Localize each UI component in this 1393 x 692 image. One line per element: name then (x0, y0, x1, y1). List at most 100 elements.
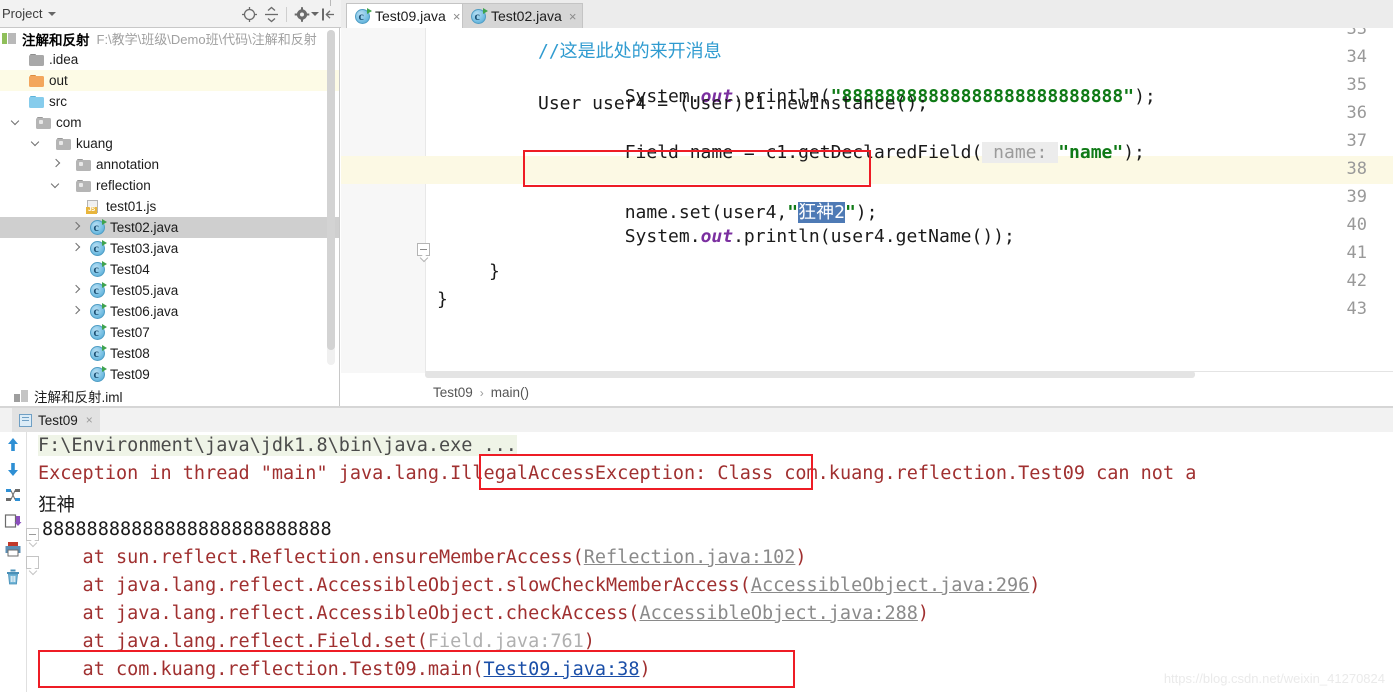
tree-row-out[interactable]: out (0, 70, 339, 91)
exception-prefix: Exception in thread "main" java.lang. (38, 463, 451, 484)
chevron-down-icon[interactable] (48, 12, 56, 16)
package-icon (76, 179, 91, 192)
folder-icon (29, 95, 44, 108)
console-stacktrace-line-5: at com.kuang.reflection.Test09.main(Test… (38, 659, 651, 680)
tree-row-idea[interactable]: .idea (0, 49, 339, 70)
tree-row-src[interactable]: src (0, 91, 339, 112)
tree-row-test02[interactable]: Test02.java (0, 217, 339, 238)
tree-row-test04[interactable]: Test04 (0, 259, 339, 280)
stacktrace-link-test09[interactable]: Test09.java:38 (484, 659, 640, 680)
tree-item-label: Test05.java (110, 283, 179, 298)
java-class-icon (90, 345, 107, 361)
tree-row-test03[interactable]: Test03.java (0, 238, 339, 259)
chevron-down-icon[interactable] (51, 180, 62, 191)
tree-row-root[interactable]: 注解和反射 F:\教学\班级\Demo班\代码\注解和反射 (0, 28, 339, 49)
breadcrumb: Test09 › main() (341, 380, 1393, 405)
locate-target-icon[interactable] (241, 6, 258, 23)
stacktrace-link[interactable]: AccessibleObject.java:288 (639, 603, 917, 624)
clear-all-trash-icon[interactable] (4, 568, 22, 586)
project-panel-title[interactable]: Project (2, 6, 42, 21)
console-toolbar (0, 432, 26, 692)
run-tabstrip: Test09 × (0, 408, 1393, 432)
tree-row-com[interactable]: com (0, 112, 339, 133)
code-line-35: User user4 = (User)c1.newInstance(); (341, 72, 1393, 114)
tree-row-kuang[interactable]: kuang (0, 133, 339, 154)
chevron-down-icon[interactable] (11, 117, 22, 128)
module-root-icon (2, 32, 17, 45)
chevron-right-icon[interactable] (71, 222, 82, 233)
run-tab-test09[interactable]: Test09 × (12, 408, 100, 432)
breadcrumb-method[interactable]: main() (491, 385, 529, 400)
java-class-icon (90, 303, 107, 319)
watermark-text: https://blog.csdn.net/weixin_41270824 (1163, 671, 1385, 686)
tree-row-test08[interactable]: Test08 (0, 343, 339, 364)
tree-row-test05[interactable]: Test05.java (0, 280, 339, 301)
breadcrumb-class[interactable]: Test09 (433, 385, 473, 400)
code-line-42: } (341, 268, 1393, 310)
project-root-name: 注解和反射 (22, 32, 90, 48)
tree-row-test06[interactable]: Test06.java (0, 301, 339, 322)
stacktrace-link[interactable]: Reflection.java:102 (584, 547, 796, 568)
stacktrace-text: at java.lang.reflect.Field.set( (38, 631, 428, 652)
settings-gear-icon[interactable] (294, 6, 311, 23)
code-editor[interactable]: 33 34 35 36 37 38 39 40 41 42 43 //这是此处的… (341, 28, 1393, 373)
console-stacktrace-line-4: at java.lang.reflect.Field.set(Field.jav… (38, 631, 595, 652)
console-exception-line: Exception in thread "main" java.lang.Ill… (38, 463, 1196, 484)
scrollbar-thumb[interactable] (327, 30, 335, 350)
console-stdout-eights: 88888888888888888888888888 (42, 519, 332, 540)
chevron-right-icon[interactable] (71, 306, 82, 317)
close-icon[interactable]: × (453, 10, 461, 23)
package-icon (36, 116, 51, 129)
java-class-icon (90, 366, 107, 382)
tree-item-label: Test02.java (110, 220, 179, 235)
print-icon[interactable] (4, 540, 22, 558)
editor-tab-label: Test09.java (375, 8, 446, 24)
code-line-38: name.set(user4,"狂神2"); (341, 156, 1393, 223)
scroll-to-end-icon[interactable] (4, 512, 22, 530)
toolbar-hairline (330, 0, 331, 6)
folder-icon (29, 53, 44, 66)
chevron-right-icon[interactable] (71, 243, 82, 254)
toolbar-divider (286, 7, 287, 22)
stacktrace-text: ) (583, 631, 595, 652)
code-line-34: System.out.println("88888888888888888888… (341, 44, 1393, 107)
java-class-icon (90, 240, 107, 256)
console-command-line: F:\Environment\java\jdk1.8\bin\java.exe … (38, 435, 517, 456)
tree-row-test01js[interactable]: JS test01.js (0, 196, 339, 217)
tree-item-label: Test07 (110, 325, 150, 340)
stacktrace-text: at java.lang.reflect.AccessibleObject.ch… (38, 603, 640, 624)
hide-panel-icon[interactable] (320, 6, 337, 23)
tree-row-annotation[interactable]: annotation (0, 154, 339, 175)
tree-item-label: .idea (49, 52, 79, 67)
no-arrow (18, 75, 29, 86)
console-output-panel[interactable]: F:\Environment\java\jdk1.8\bin\java.exe … (0, 432, 1393, 692)
chevron-down-icon[interactable] (31, 138, 42, 149)
expand-collapse-icon[interactable] (263, 6, 280, 23)
stacktrace-text: ) (917, 603, 930, 624)
chevron-right-icon[interactable] (51, 159, 62, 170)
console-stacktrace-line-1: at sun.reflect.Reflection.ensureMemberAc… (38, 547, 807, 568)
chevron-right-icon[interactable] (71, 285, 82, 296)
close-icon[interactable]: × (569, 10, 577, 23)
editor-horizontal-scrollbar[interactable] (425, 371, 1195, 378)
tree-item-label: annotation (96, 157, 160, 172)
editor-tab-test02[interactable]: Test02.java × (462, 3, 584, 28)
close-icon[interactable]: × (86, 413, 93, 427)
scroll-down-icon[interactable] (4, 460, 22, 478)
no-arrow (18, 96, 29, 107)
run-configuration-icon (19, 413, 32, 427)
project-tree-panel[interactable]: 注解和反射 F:\教学\班级\Demo班\代码\注解和反射 .idea out … (0, 28, 340, 406)
scroll-up-icon[interactable] (4, 436, 22, 454)
console-fold-toggle[interactable] (26, 528, 39, 541)
tree-row-reflection[interactable]: reflection (0, 175, 339, 196)
soft-wrap-icon[interactable] (4, 486, 22, 504)
java-class-icon (90, 219, 107, 235)
editor-tab-test09[interactable]: Test09.java × (346, 3, 468, 28)
code-line-36: Field name = c1.getDeclaredField( name: … (341, 100, 1393, 163)
gear-chevron-down-icon[interactable] (311, 12, 319, 16)
tree-row-test07[interactable]: Test07 (0, 322, 339, 343)
stacktrace-link[interactable]: AccessibleObject.java:296 (751, 575, 1029, 596)
tree-row-test09[interactable]: Test09 (0, 364, 339, 385)
project-panel-scrollbar[interactable] (327, 30, 335, 365)
tree-row-iml[interactable]: 注解和反射.iml (0, 385, 339, 406)
